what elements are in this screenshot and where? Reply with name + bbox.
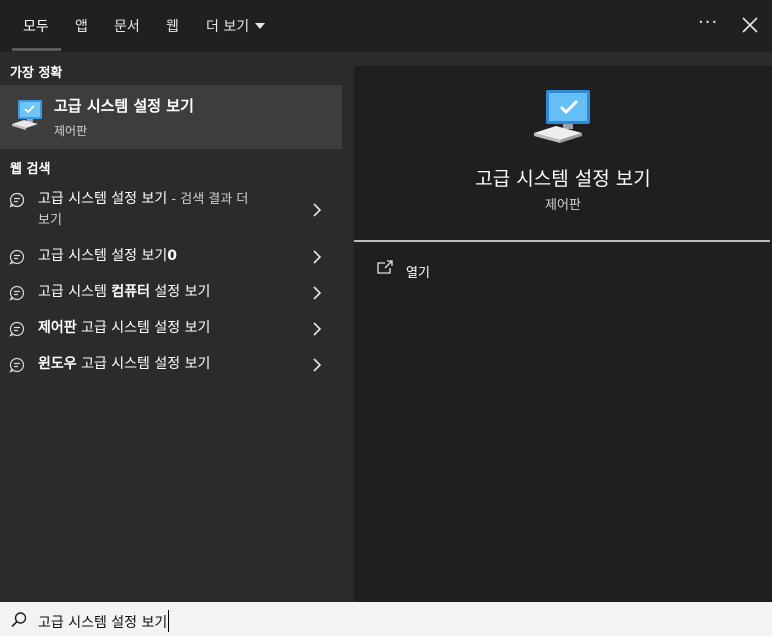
web-result-2-bold: 0 — [167, 248, 178, 264]
web-search-header: 웹 검색 — [10, 162, 51, 177]
search-bubble-icon — [9, 192, 25, 208]
system-settings-icon — [534, 90, 590, 143]
open-icon — [377, 260, 393, 274]
search-input[interactable]: 고급 시스템 설정 보기 — [38, 610, 170, 632]
web-result-1-text: 고급 시스템 설정 보기 - 검색 결과 더보기 — [38, 189, 298, 231]
tab-more[interactable]: 더 보기 — [206, 16, 266, 36]
search-bubble-icon — [9, 357, 25, 373]
chevron-right-icon[interactable] — [312, 286, 322, 300]
web-result-3-text: 고급 시스템 컴퓨터 설정 보기 — [38, 282, 210, 302]
web-result-4-bold: 제어판 — [38, 320, 77, 336]
web-result-3-main: 고급 시스템 — [38, 284, 112, 300]
web-result-3-bold: 컴퓨터 — [111, 284, 150, 300]
web-result-4-text: 제어판 고급 시스템 설정 보기 — [38, 318, 210, 338]
more-options-button[interactable]: ··· — [698, 12, 718, 33]
best-match-subtitle: 제어판 — [54, 124, 88, 138]
preview-subtitle: 제어판 — [545, 198, 581, 213]
web-result-3-rest: 설정 보기 — [149, 284, 211, 300]
chevron-right-icon[interactable] — [312, 203, 322, 217]
search-bubble-icon — [9, 249, 25, 265]
web-result-1[interactable]: 고급 시스템 설정 보기 - 검색 결과 더보기 — [0, 186, 342, 232]
web-result-1-suffix: - 검색 결과 더 — [167, 192, 249, 207]
chevron-right-icon[interactable] — [312, 250, 322, 264]
chevron-right-icon[interactable] — [312, 358, 322, 372]
text-cursor — [168, 610, 170, 632]
tab-apps[interactable]: 앱 — [75, 16, 88, 36]
web-result-2-main: 고급 시스템 설정 보기 — [38, 248, 168, 264]
preview-divider — [354, 240, 770, 242]
web-result-5[interactable]: 윈도우 고급 시스템 설정 보기 — [0, 352, 342, 380]
chevron-right-icon[interactable] — [312, 322, 322, 336]
tab-all[interactable]: 모두 — [23, 16, 49, 36]
best-match-title: 고급 시스템 설정 보기 — [54, 97, 194, 115]
web-result-5-bold: 윈도우 — [38, 356, 77, 372]
best-match-item[interactable]: 고급 시스템 설정 보기 제어판 — [0, 85, 342, 149]
close-icon[interactable] — [740, 15, 760, 35]
best-match-header: 가장 정확 — [10, 66, 63, 81]
web-result-3[interactable]: 고급 시스템 컴퓨터 설정 보기 — [0, 280, 342, 308]
web-result-5-text: 윈도우 고급 시스템 설정 보기 — [38, 354, 210, 374]
filter-bar: 모두 앱 문서 웹 더 보기 ··· — [0, 0, 772, 52]
search-icon — [11, 612, 27, 628]
web-result-2-text: 고급 시스템 설정 보기0 — [38, 246, 177, 266]
web-result-4[interactable]: 제어판 고급 시스템 설정 보기 — [0, 316, 342, 344]
search-box[interactable]: 고급 시스템 설정 보기 — [0, 602, 772, 636]
preview-title: 고급 시스템 설정 보기 — [475, 168, 651, 190]
system-settings-icon — [12, 100, 42, 130]
web-result-2[interactable]: 고급 시스템 설정 보기0 — [0, 244, 342, 272]
search-bubble-icon — [9, 285, 25, 301]
web-result-1-main: 고급 시스템 설정 보기 — [38, 191, 168, 207]
search-query: 고급 시스템 설정 보기 — [38, 615, 168, 631]
tab-web[interactable]: 웹 — [166, 16, 179, 36]
preview-panel: 고급 시스템 설정 보기 제어판 열기 — [354, 66, 772, 602]
tab-more-label: 더 보기 — [206, 19, 250, 35]
results-panel: 가장 정확 고급 시스템 설정 보기 제어판 웹 검색 고급 시스템 설정 보기… — [0, 52, 342, 602]
caret-down-icon — [255, 23, 266, 29]
web-result-4-rest: 고급 시스템 설정 보기 — [76, 320, 211, 336]
web-result-5-rest: 고급 시스템 설정 보기 — [76, 356, 211, 372]
panel-gap — [342, 52, 354, 602]
active-tab-indicator — [12, 48, 61, 51]
search-bubble-icon — [9, 321, 25, 337]
tab-documents[interactable]: 문서 — [114, 16, 140, 36]
open-label: 열기 — [406, 266, 430, 281]
web-result-1-line2: 보기 — [38, 213, 62, 228]
